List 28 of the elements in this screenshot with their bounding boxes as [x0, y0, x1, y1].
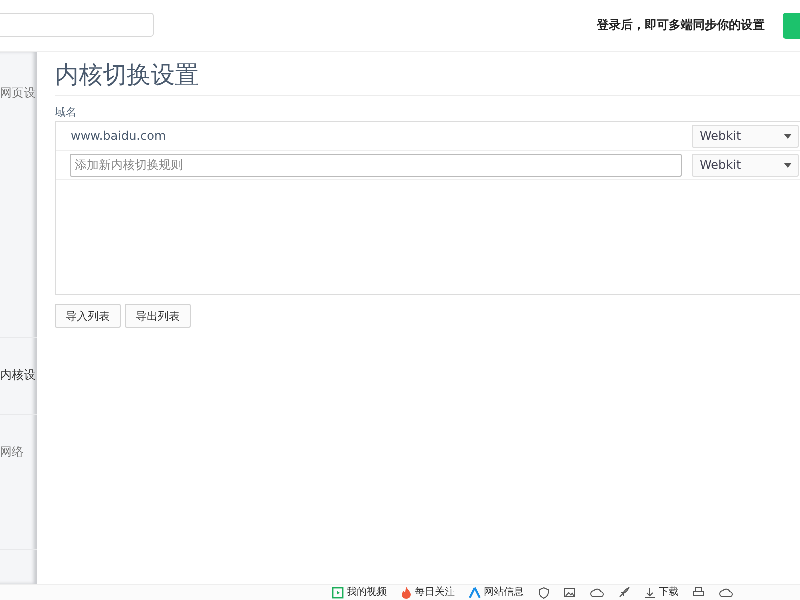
list-button[interactable]: 导入列表	[55, 304, 121, 328]
login-hint: 登录后，即可多端同步你的设置	[597, 17, 765, 34]
sidebar-item[interactable]: 网页设	[0, 86, 36, 100]
status-bar-button[interactable]: 我的视频	[332, 586, 387, 600]
sidebar-item[interactable]: 内核设	[0, 368, 36, 382]
column-header: 域名	[55, 105, 78, 120]
image-icon[interactable]	[564, 586, 576, 598]
sidebar-item[interactable]: 网络	[0, 445, 24, 459]
engine-dropdown[interactable]: Webkit	[692, 124, 799, 148]
download-icon	[644, 586, 656, 598]
play-icon	[332, 586, 344, 598]
cloud-icon[interactable]	[590, 586, 604, 598]
status-bar-button[interactable]: 下载	[644, 586, 679, 600]
page-title: 内核切换设置	[55, 60, 800, 96]
engine-dropdown[interactable]: Webkit	[692, 154, 799, 176]
new-rule-input[interactable]: 添加新内核切换规则	[70, 154, 682, 176]
status-bar-button[interactable]: 每日关注	[401, 586, 455, 600]
triangle-logo-icon	[469, 586, 481, 598]
list-button[interactable]: 导出列表	[125, 304, 191, 328]
caret-icon	[784, 134, 792, 138]
caret-icon	[784, 162, 792, 168]
domain-text: www.baidu.com	[70, 129, 168, 143]
printer-icon[interactable]	[693, 586, 705, 598]
search-field[interactable]	[0, 13, 154, 37]
cloud-icon[interactable]	[719, 586, 733, 598]
shield-icon[interactable]	[538, 586, 550, 598]
flame-icon	[401, 586, 412, 598]
status-bar-button[interactable]: 网站信息	[469, 586, 524, 600]
